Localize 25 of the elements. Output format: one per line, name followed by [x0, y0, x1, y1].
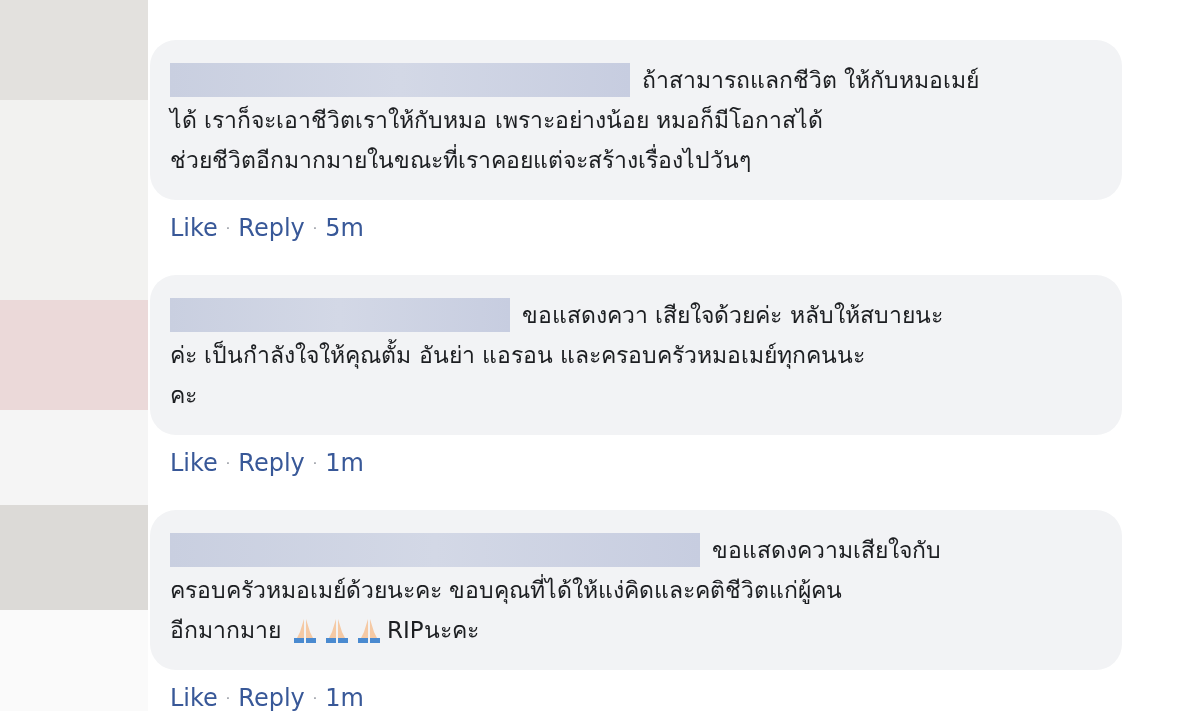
comment-time: 5m: [325, 213, 364, 242]
comment-time: 1m: [325, 448, 364, 477]
comment-action-link[interactable]: Like: [170, 683, 218, 711]
comment-text: ครอบครัวหมอเมย์ด้วยนะคะ ขอบคุณที่ได้ให้แง่คิดและคติชีวิตแก่ผู้คน: [170, 572, 843, 608]
separator-dot: ·: [225, 219, 231, 236]
separator-dot: ·: [225, 454, 231, 471]
comment-text: คะ: [170, 381, 197, 410]
comment-text: ได้ เราก็จะเอาชีวิตเราให้กับหมอ เพราะอย่างน้อย หมอก็มีโอกาสได้: [170, 104, 823, 135]
comment-action-link[interactable]: Reply: [238, 213, 305, 242]
comment-action-link[interactable]: Reply: [238, 683, 305, 711]
separator-dot: ·: [312, 219, 318, 236]
comment-text: ขอแสดงควา เสียใจด้วยค่ะ หลับให้สบายนะ: [522, 301, 943, 330]
comment-text: ขอแสดงความเสียใจกับ: [712, 536, 941, 565]
comment-time: 1m: [325, 683, 364, 711]
comment-text: RIPนะคะ: [387, 616, 479, 645]
separator-dot: ·: [312, 454, 318, 471]
comment-text: ถ้าสามารถแลกชีวิต ให้กับหมอเมย์: [642, 66, 980, 95]
comment-action-link[interactable]: Like: [170, 448, 218, 477]
comment-action-link[interactable]: Like: [170, 213, 218, 242]
separator-dot: ·: [225, 689, 231, 706]
comment-text: ค่ะ เป็นกำลังใจให้คุณตั้ม อันย่า แอรอน และครอบครัวหมอเมย์ทุกคนนะ: [170, 337, 866, 373]
separator-dot: ·: [312, 689, 318, 706]
comment-action-link[interactable]: Reply: [238, 448, 305, 477]
comment-text: ช่วยชีวิตอีกมากมายในขณะที่เราคอยแต่จะสร้างเรื่องไปวันๆ: [170, 142, 751, 178]
comment-text: อีกมากมาย: [170, 616, 281, 645]
